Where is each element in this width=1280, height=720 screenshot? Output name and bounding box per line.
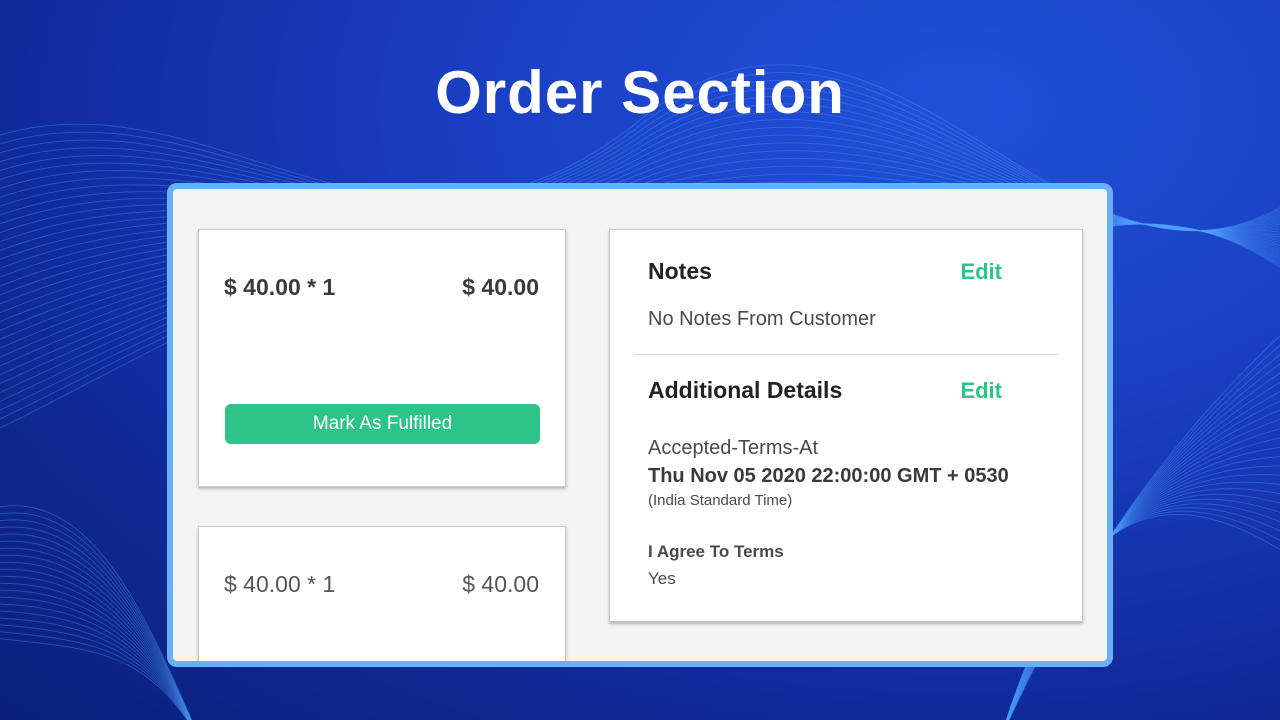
order-panel: $ 40.00 * 1 $ 40.00 Mark As Fulfilled $ … — [167, 183, 1113, 667]
edit-notes-link[interactable]: Edit — [960, 259, 1002, 285]
additional-details-title: Additional Details — [648, 377, 843, 403]
additional-details-header: Additional Details Edit — [648, 377, 1002, 404]
page-title: Order Section — [435, 59, 845, 126]
line-item-card: $ 40.00 * 1 $ 40.00 Mark As Fulfilled — [198, 229, 566, 487]
price-quantity: $ 40.00 * 1 — [224, 274, 336, 300]
line-item-row: $ 40.00 * 1 $ 40.00 — [224, 571, 539, 598]
accepted-terms-timezone: (India Standard Time) — [648, 492, 793, 509]
line-item-card: $ 40.00 * 1 $ 40.00 — [198, 526, 566, 661]
notes-title: Notes — [648, 258, 712, 284]
section-divider — [634, 354, 1058, 355]
edit-additional-details-link[interactable]: Edit — [960, 378, 1002, 404]
line-total: $ 40.00 — [462, 571, 539, 597]
line-item-row: $ 40.00 * 1 $ 40.00 — [224, 274, 539, 301]
notes-header: Notes Edit — [648, 258, 1002, 285]
agree-terms-label: I Agree To Terms — [648, 542, 784, 561]
order-details-card: Notes Edit No Notes From Customer Additi… — [609, 229, 1083, 622]
mark-as-fulfilled-button[interactable]: Mark As Fulfilled — [225, 404, 540, 444]
accepted-terms-label: Accepted-Terms-At — [648, 437, 819, 459]
accepted-terms-value: Thu Nov 05 2020 22:00:00 GMT + 0530 — [648, 465, 1009, 487]
agree-terms-value: Yes — [648, 569, 676, 588]
line-total: $ 40.00 — [462, 274, 539, 300]
notes-text: No Notes From Customer — [648, 308, 876, 330]
price-quantity: $ 40.00 * 1 — [224, 571, 336, 597]
